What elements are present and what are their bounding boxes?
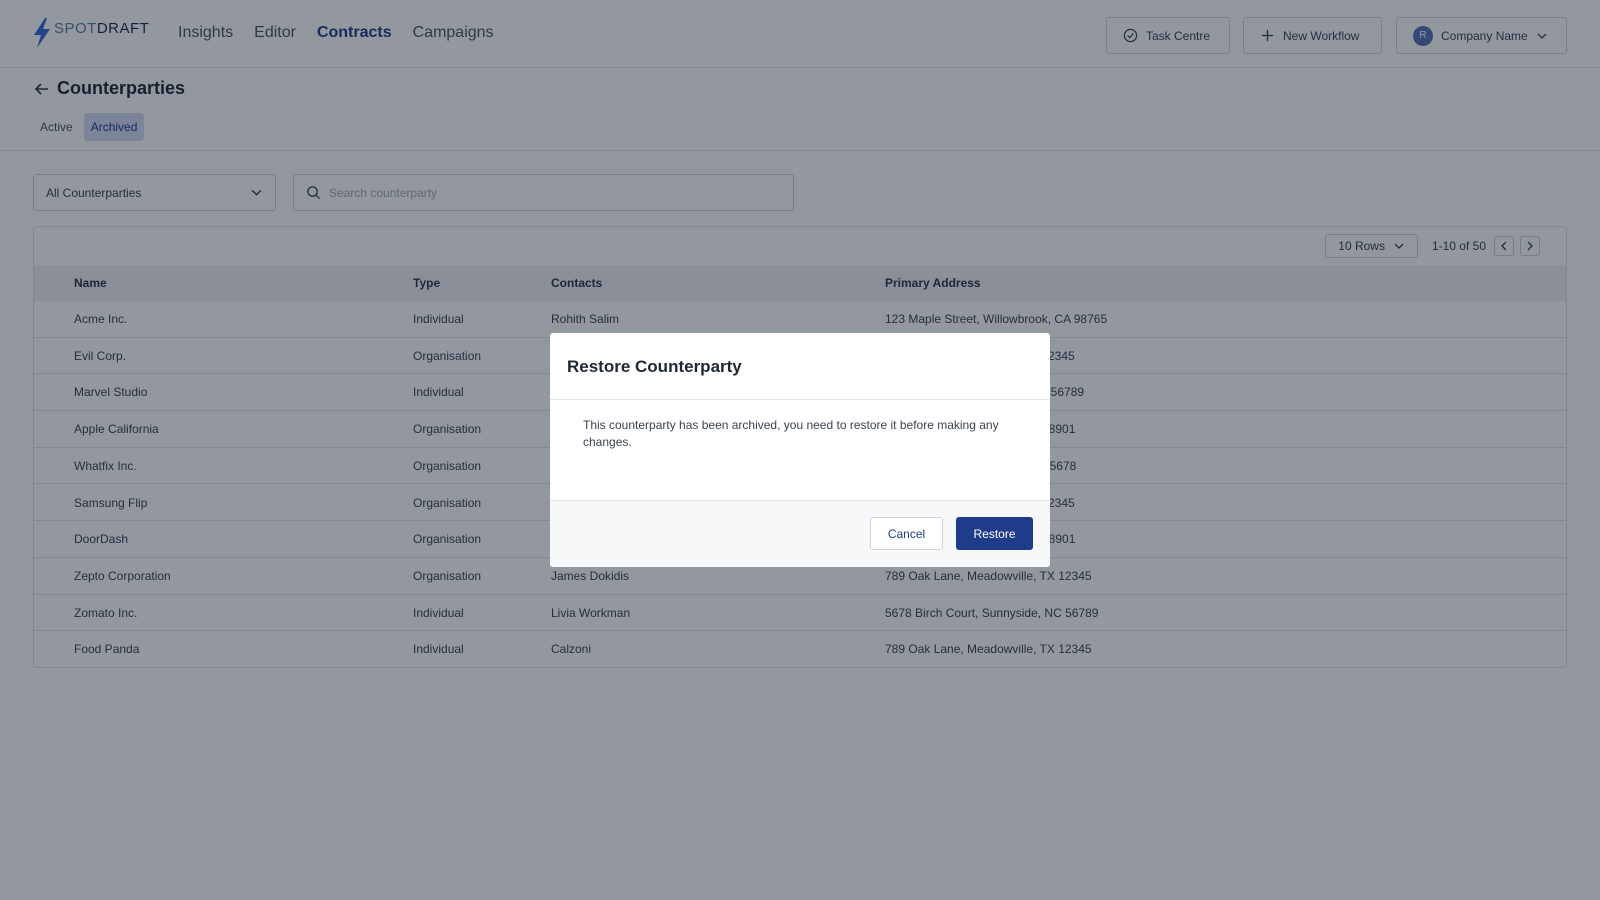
cancel-button[interactable]: Cancel: [870, 517, 943, 550]
dialog-divider: [550, 399, 1050, 400]
dialog-footer: Cancel Restore: [550, 500, 1050, 567]
dialog-message: This counterparty has been archived, you…: [583, 418, 999, 449]
dialog-title: Restore Counterparty: [567, 357, 742, 376]
restore-counterparty-dialog: Restore Counterparty This counterparty h…: [550, 333, 1050, 567]
restore-button[interactable]: Restore: [956, 517, 1033, 550]
